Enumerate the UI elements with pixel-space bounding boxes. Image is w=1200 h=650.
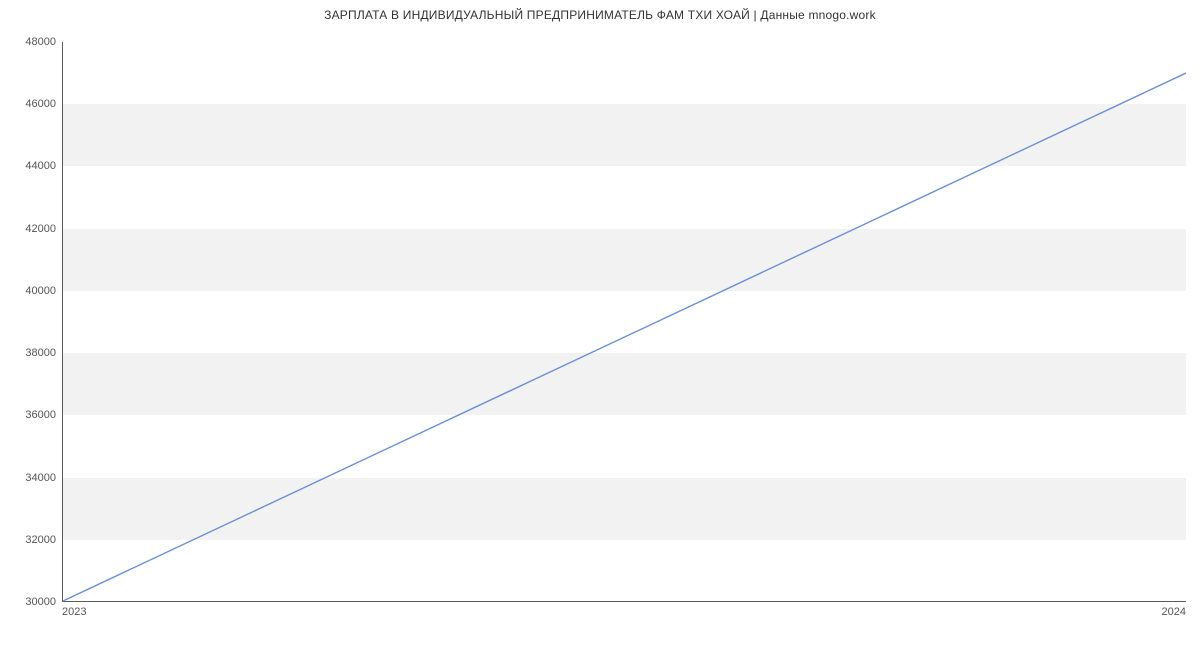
- chart-title: ЗАРПЛАТА В ИНДИВИДУАЛЬНЫЙ ПРЕДПРИНИМАТЕЛ…: [0, 8, 1200, 22]
- y-tick-label: 30000: [6, 596, 56, 608]
- y-tick-label: 48000: [6, 36, 56, 48]
- plot-area: [62, 42, 1186, 602]
- y-tick-label: 34000: [6, 472, 56, 484]
- y-tick-label: 44000: [6, 160, 56, 172]
- line-series: [63, 42, 1186, 601]
- y-tick-label: 42000: [6, 223, 56, 235]
- chart-container: ЗАРПЛАТА В ИНДИВИДУАЛЬНЫЙ ПРЕДПРИНИМАТЕЛ…: [0, 0, 1200, 650]
- x-tick-label: 2023: [62, 606, 86, 618]
- y-tick-label: 32000: [6, 534, 56, 546]
- series-line: [63, 73, 1186, 601]
- y-tick-label: 40000: [6, 285, 56, 297]
- y-tick-label: 46000: [6, 98, 56, 110]
- x-tick-label: 2024: [1162, 606, 1186, 618]
- y-tick-label: 36000: [6, 409, 56, 421]
- y-tick-label: 38000: [6, 347, 56, 359]
